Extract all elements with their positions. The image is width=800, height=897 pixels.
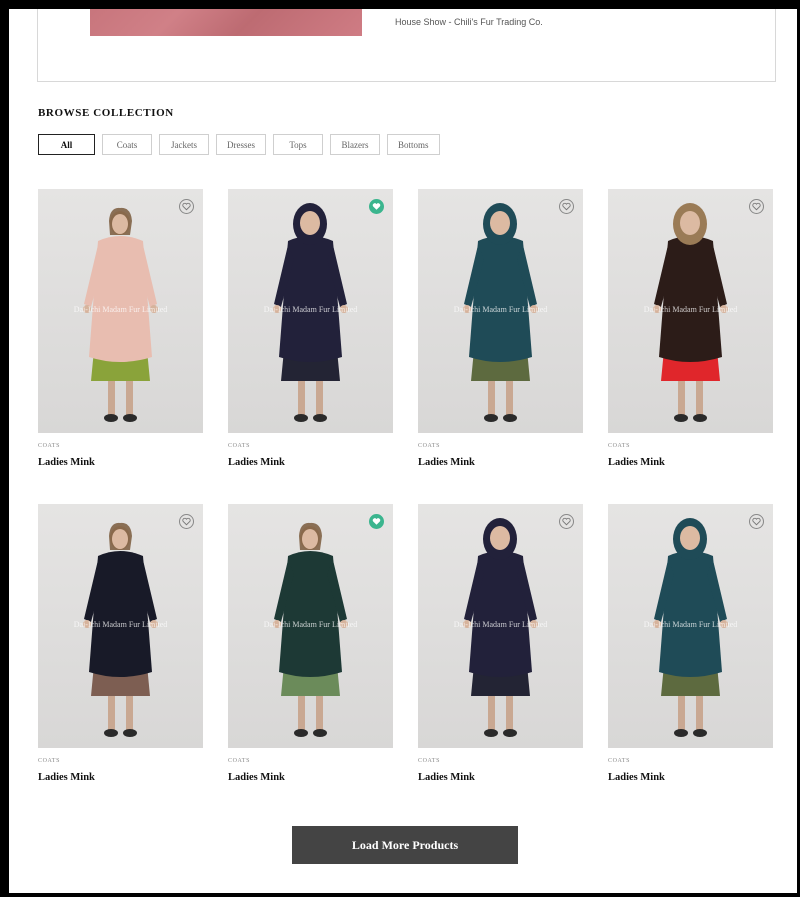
product-name[interactable]: Ladies Mink [38, 457, 203, 468]
heart-outline-icon[interactable] [179, 199, 194, 214]
product-category: COATS [228, 443, 251, 449]
watermark-text: Dai-Ichi Madam Fur Limited [643, 620, 738, 629]
product-image[interactable]: Dai-Ichi Madam Fur Limited [418, 189, 583, 433]
filter-jackets[interactable]: Jackets [159, 134, 209, 155]
filter-dresses[interactable]: Dresses [216, 134, 266, 155]
filter-tops[interactable]: Tops [273, 134, 323, 155]
product-name[interactable]: Ladies Mink [418, 772, 583, 783]
product-name[interactable]: Ladies Mink [228, 457, 393, 468]
heart-outline-icon[interactable] [749, 199, 764, 214]
product-card[interactable]: Dai-Ichi Madam Fur Limited COATS Ladies Mi… [228, 504, 393, 794]
load-more-button[interactable]: Load More Products [292, 826, 518, 864]
product-category: COATS [418, 758, 441, 764]
product-category: COATS [608, 758, 631, 764]
watermark-text: Dai-Ichi Madam Fur Limited [73, 305, 168, 314]
product-card[interactable]: Dai-Ichi Madam Fur Limited COATS Ladies Mi… [228, 189, 393, 479]
product-image[interactable]: Dai-Ichi Madam Fur Limited [228, 189, 393, 433]
product-card[interactable]: Dai-Ichi Madam Fur Limited COATS Ladies Mi… [38, 189, 203, 479]
watermark-text: Dai-Ichi Madam Fur Limited [263, 620, 358, 629]
product-image[interactable]: Dai-Ichi Madam Fur Limited [38, 189, 203, 433]
watermark-text: Dai-Ichi Madam Fur Limited [643, 305, 738, 314]
heart-outline-icon[interactable] [749, 514, 764, 529]
filter-bottoms[interactable]: Bottoms [387, 134, 440, 155]
filter-blazers[interactable]: Blazers [330, 134, 380, 155]
product-category: COATS [228, 758, 251, 764]
product-card[interactable]: Dai-Ichi Madam Fur Limited COATS Ladies Mi… [418, 189, 583, 479]
heart-outline-icon[interactable] [559, 514, 574, 529]
product-image[interactable]: Dai-Ichi Madam Fur Limited [418, 504, 583, 748]
product-card[interactable]: Dai-Ichi Madam Fur Limited COATS Ladies Mi… [608, 189, 773, 479]
product-image[interactable]: Dai-Ichi Madam Fur Limited [608, 504, 773, 748]
product-category: COATS [608, 443, 631, 449]
product-name[interactable]: Ladies Mink [418, 457, 583, 468]
product-image[interactable]: Dai-Ichi Madam Fur Limited [608, 189, 773, 433]
filter-all[interactable]: All [38, 134, 95, 155]
heart-filled-icon[interactable] [369, 514, 384, 529]
product-grid: Dai-Ichi Madam Fur Limited COATS Ladies Mi… [38, 189, 774, 794]
filter-coats[interactable]: Coats [102, 134, 152, 155]
product-category: COATS [38, 443, 61, 449]
filter-bar: All Coats Jackets Dresses Tops Blazers B… [38, 134, 440, 155]
featured-image[interactable] [90, 9, 362, 36]
product-card[interactable]: Dai-Ichi Madam Fur Limited COATS Ladies Mi… [38, 504, 203, 794]
product-image[interactable]: Dai-Ichi Madam Fur Limited [38, 504, 203, 748]
product-name[interactable]: Ladies Mink [38, 772, 203, 783]
product-category: COATS [38, 758, 61, 764]
watermark-text: Dai-Ichi Madam Fur Limited [263, 305, 358, 314]
watermark-text: Dai-Ichi Madam Fur Limited [453, 620, 548, 629]
product-card[interactable]: Dai-Ichi Madam Fur Limited COATS Ladies Mi… [608, 504, 773, 794]
product-image[interactable]: Dai-Ichi Madam Fur Limited [228, 504, 393, 748]
product-name[interactable]: Ladies Mink [608, 772, 773, 783]
watermark-text: Dai-Ichi Madam Fur Limited [453, 305, 548, 314]
section-title: BROWSE COLLECTION [38, 107, 174, 119]
featured-caption: House Show - Chili's Fur Trading Co. [395, 17, 543, 27]
heart-outline-icon[interactable] [559, 199, 574, 214]
product-category: COATS [418, 443, 441, 449]
heart-filled-icon[interactable] [369, 199, 384, 214]
product-card[interactable]: Dai-Ichi Madam Fur Limited COATS Ladies Mi… [418, 504, 583, 794]
page: House Show - Chili's Fur Trading Co. BRO… [9, 9, 797, 893]
featured-card[interactable]: House Show - Chili's Fur Trading Co. [37, 9, 776, 82]
watermark-text: Dai-Ichi Madam Fur Limited [73, 620, 168, 629]
product-name[interactable]: Ladies Mink [608, 457, 773, 468]
product-name[interactable]: Ladies Mink [228, 772, 393, 783]
heart-outline-icon[interactable] [179, 514, 194, 529]
